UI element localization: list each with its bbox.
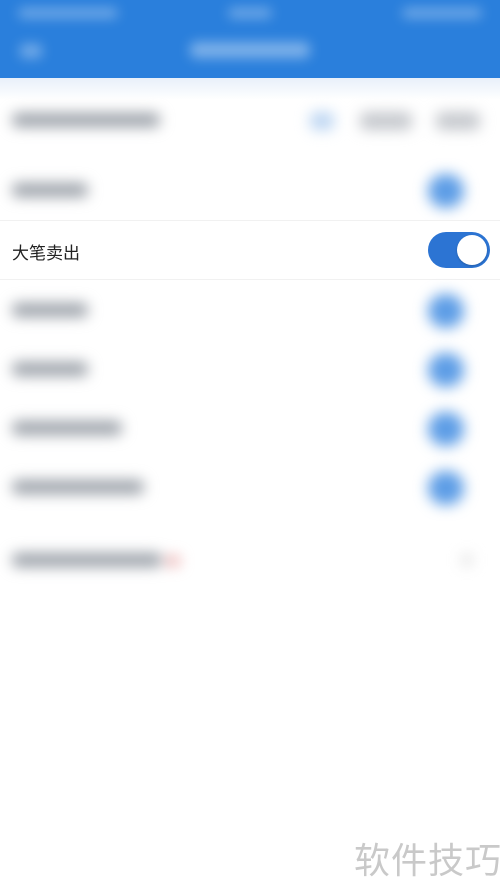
blurred-row-label [12, 421, 122, 435]
blurred-toggle[interactable] [428, 471, 464, 505]
setting-label: 大笔卖出 [12, 244, 80, 264]
blurred-toggle[interactable] [428, 174, 464, 208]
blurred-row-label [12, 303, 88, 317]
blurred-row-label [12, 183, 88, 197]
blurred-toggle[interactable] [428, 353, 464, 387]
blurred-header-content [0, 0, 500, 78]
blurred-row-1 [0, 90, 500, 148]
blurred-row-6 [0, 457, 500, 515]
page-title [190, 42, 310, 58]
toggle-knob [457, 235, 487, 265]
blurred-chevron-icon [462, 554, 472, 566]
blurred-row-7 [0, 530, 500, 588]
blurred-button[interactable] [360, 112, 412, 130]
watermark-text: 软件技巧 [354, 841, 500, 882]
blurred-row-3 [0, 280, 500, 338]
blurred-row-label [12, 362, 88, 376]
blurred-badge [166, 556, 180, 566]
blurred-row-label [12, 480, 144, 494]
blurred-row-label [12, 113, 160, 127]
large-sell-toggle[interactable] [428, 232, 490, 268]
setting-row-large-sell: 大笔卖出 [0, 220, 500, 280]
blurred-row-5 [0, 398, 500, 456]
blurred-toggle[interactable] [428, 412, 464, 446]
app-header [0, 0, 500, 78]
status-bar-time [228, 8, 272, 18]
blurred-row-2 [0, 160, 500, 218]
blurred-toggle[interactable] [428, 294, 464, 328]
blurred-row-4 [0, 339, 500, 397]
status-bar-right [402, 8, 482, 18]
status-bar-left [18, 8, 118, 18]
blurred-row-label [12, 553, 162, 567]
back-button[interactable] [20, 44, 42, 58]
blurred-button[interactable] [436, 112, 480, 130]
blurred-icon [310, 112, 334, 130]
